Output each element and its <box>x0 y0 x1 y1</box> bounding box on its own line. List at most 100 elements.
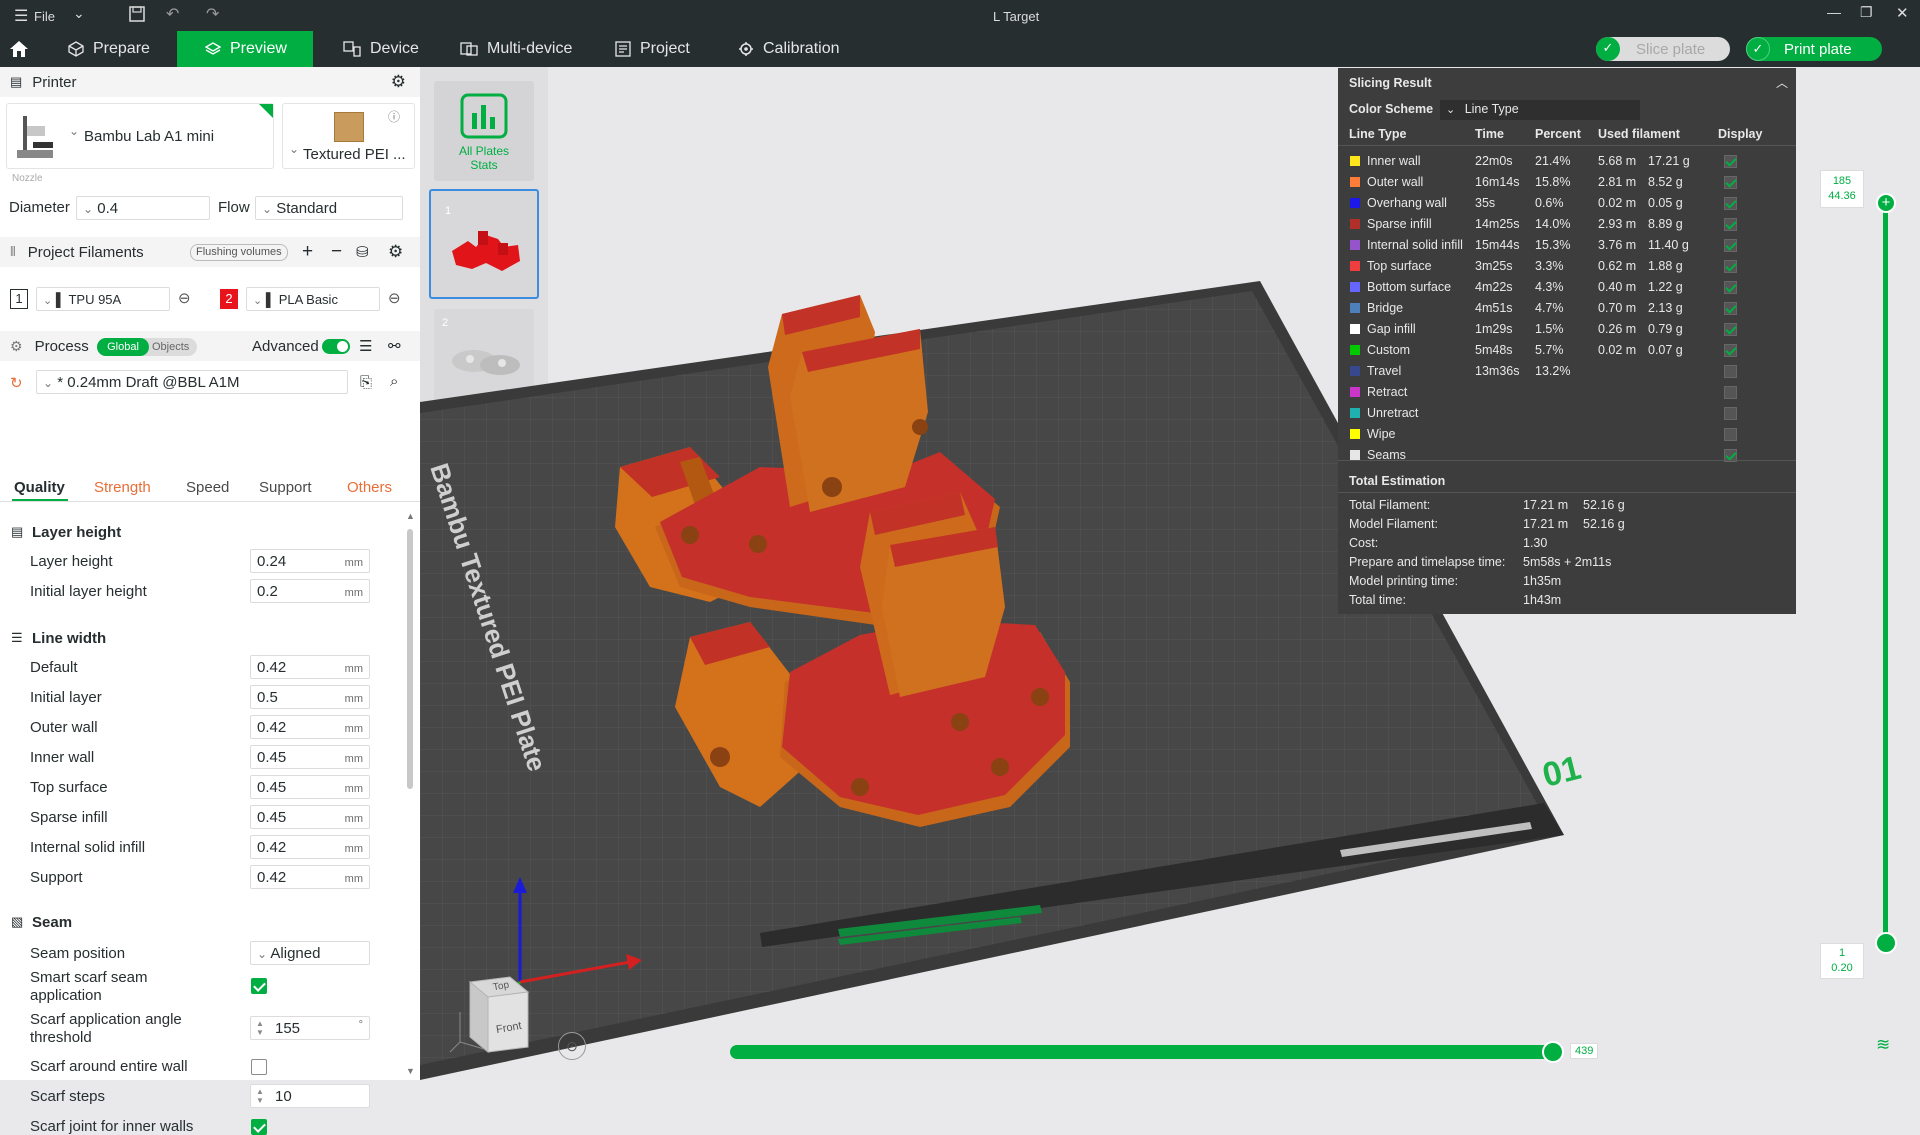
print-plate-button[interactable]: ✓ Print plate <box>1746 37 1882 61</box>
filament-edit-icon[interactable]: ⊖ <box>178 289 191 307</box>
diameter-select[interactable]: ⌄ 0.4 <box>76 196 210 220</box>
layers-settings-icon[interactable]: ≋ <box>1876 1035 1890 1055</box>
layer-height-input[interactable]: 0.24 mm <box>250 549 370 573</box>
scarf-angle-input[interactable]: ▲ ▼ 155 ° <box>250 1016 370 1040</box>
save-preset-icon[interactable]: ⎘ <box>360 374 372 391</box>
flushing-volumes-button[interactable]: Flushing volumes <box>190 244 288 261</box>
objects-toggle[interactable]: Objects <box>152 338 189 356</box>
auto-orient-icon[interactable]: ⊙ <box>558 1032 586 1060</box>
print-dropdown[interactable]: ✓ <box>1746 37 1770 61</box>
save-icon[interactable] <box>128 5 146 26</box>
tab-prepare[interactable]: Prepare <box>68 31 150 67</box>
smart-scarf-checkbox[interactable] <box>251 978 267 994</box>
reset-icon[interactable]: ↻ <box>10 374 23 392</box>
tab-calibration[interactable]: Calibration <box>738 31 839 67</box>
top-surface-width-input[interactable]: 0.45 mm <box>250 775 370 799</box>
tab-device[interactable]: Device <box>343 31 419 67</box>
initial-layer-width-input[interactable]: 0.5 mm <box>250 685 370 709</box>
undo-icon[interactable]: ↶ <box>166 4 179 24</box>
close-icon[interactable]: ✕ <box>1896 4 1909 22</box>
seam-position-select[interactable]: ⌄ Aligned <box>250 941 370 965</box>
sparse-infill-width-input[interactable]: 0.45 mm <box>250 805 370 829</box>
tab-support[interactable]: Support <box>259 479 312 496</box>
line-type-display-checkbox[interactable] <box>1724 344 1737 357</box>
remove-filament-icon[interactable]: − <box>331 241 342 263</box>
color-scheme-select[interactable]: ⌄ Line Type <box>1440 100 1640 120</box>
slice-dropdown[interactable]: ✓ <box>1596 37 1620 61</box>
minimize-icon[interactable]: — <box>1827 4 1841 20</box>
inner-wall-width-input[interactable]: 0.45 mm <box>250 745 370 769</box>
line-type-display-checkbox[interactable] <box>1724 197 1737 210</box>
line-type-display-checkbox[interactable] <box>1724 281 1737 294</box>
unit-mm: mm <box>344 557 363 569</box>
outer-wall-width-input[interactable]: 0.42 mm <box>250 715 370 739</box>
initial-layer-height-input[interactable]: 0.2 mm <box>250 579 370 603</box>
filament-index-badge[interactable]: 1 <box>10 289 28 309</box>
line-type-display-checkbox[interactable] <box>1724 365 1737 378</box>
restore-icon[interactable]: ❐ <box>1860 4 1873 21</box>
plate-selector[interactable]: ⓘ ⌄ Textured PEI ... <box>282 103 415 169</box>
spin-arrows-icon[interactable]: ▲ ▼ <box>256 1087 264 1105</box>
default-width-input[interactable]: 0.42 mm <box>250 655 370 679</box>
printer-settings-gear-icon[interactable]: ⚙ <box>391 72 406 92</box>
scroll-up-icon[interactable]: ▲ <box>406 511 415 521</box>
line-type-display-checkbox[interactable] <box>1724 239 1737 252</box>
slice-plate-button[interactable]: ✓ Slice plate <box>1596 37 1730 61</box>
search-icon[interactable]: ⌕ <box>390 373 398 390</box>
scroll-thumb[interactable] <box>407 529 413 789</box>
redo-icon[interactable]: ↷ <box>206 4 219 24</box>
tab-others[interactable]: Others <box>347 479 392 496</box>
layer-slider-track[interactable] <box>1883 202 1888 942</box>
add-filament-icon[interactable]: + <box>302 241 313 263</box>
menu-icon[interactable]: ☰ <box>14 6 28 26</box>
line-type-display-checkbox[interactable] <box>1724 218 1737 231</box>
file-menu[interactable]: File <box>34 9 55 24</box>
settings-scrollbar[interactable]: ▲ ▼ <box>405 511 415 1076</box>
tab-speed[interactable]: Speed <box>186 479 229 496</box>
line-type-display-checkbox[interactable] <box>1724 407 1737 420</box>
line-type-display-checkbox[interactable] <box>1724 260 1737 273</box>
filament-select[interactable]: ⌄ ▌ TPU 95A <box>36 287 170 311</box>
line-type-display-checkbox[interactable] <box>1724 386 1737 399</box>
move-slider-handle[interactable] <box>1542 1041 1564 1063</box>
support-width-input[interactable]: 0.42 mm <box>250 865 370 889</box>
tab-project[interactable]: Project <box>615 31 690 67</box>
filament-index-badge[interactable]: 2 <box>220 289 238 309</box>
filament-settings-gear-icon[interactable]: ⚙ <box>388 242 403 262</box>
move-slider[interactable] <box>730 1045 1560 1059</box>
tab-preview[interactable]: Preview <box>177 31 313 67</box>
tab-strength[interactable]: Strength <box>94 479 151 496</box>
global-toggle[interactable]: Global <box>97 338 149 356</box>
compare-icon[interactable]: ⚯ <box>388 337 401 355</box>
tab-quality[interactable]: Quality <box>14 479 65 496</box>
layer-slider-top-handle[interactable]: + <box>1876 193 1896 213</box>
home-button[interactable] <box>8 31 38 67</box>
layer-slider-bottom-handle[interactable] <box>1875 932 1897 954</box>
scroll-down-icon[interactable]: ▼ <box>406 1066 415 1076</box>
unit-mm: mm <box>344 723 363 735</box>
line-type-display-checkbox[interactable] <box>1724 428 1737 441</box>
scarf-steps-input[interactable]: ▲ ▼ 10 <box>250 1084 370 1108</box>
filament-select[interactable]: ⌄ ▌ PLA Basic <box>246 287 380 311</box>
line-type-display-checkbox[interactable] <box>1724 155 1737 168</box>
scarf-inner-walls-checkbox[interactable] <box>251 1119 267 1135</box>
collapse-icon[interactable]: ︿ <box>1776 74 1788 91</box>
orientation-cube[interactable]: Top Front <box>440 967 540 1062</box>
spin-arrows-icon[interactable]: ▲ ▼ <box>256 1019 264 1037</box>
list-icon[interactable]: ☰ <box>359 337 372 355</box>
flow-select[interactable]: ⌄ Standard <box>255 196 403 220</box>
global-objects-toggle[interactable]: Global Objects <box>97 338 197 356</box>
plate-info-icon[interactable]: ⓘ <box>388 108 400 125</box>
scarf-entire-wall-checkbox[interactable] <box>251 1059 267 1075</box>
chevron-down-icon[interactable]: ⌄ <box>73 5 85 22</box>
printer-selector[interactable]: ⌄ Bambu Lab A1 mini <box>6 103 274 169</box>
process-preset-select[interactable]: ⌄ * 0.24mm Draft @BBL A1M <box>36 370 348 394</box>
tab-multi-device[interactable]: Multi-device <box>460 31 572 67</box>
advanced-switch[interactable] <box>322 339 350 354</box>
sync-filament-icon[interactable]: ⛁ <box>356 243 369 261</box>
line-type-display-checkbox[interactable] <box>1724 302 1737 315</box>
filament-edit-icon[interactable]: ⊖ <box>388 289 401 307</box>
line-type-display-checkbox[interactable] <box>1724 176 1737 189</box>
internal-solid-infill-width-input[interactable]: 0.42 mm <box>250 835 370 859</box>
line-type-display-checkbox[interactable] <box>1724 323 1737 336</box>
